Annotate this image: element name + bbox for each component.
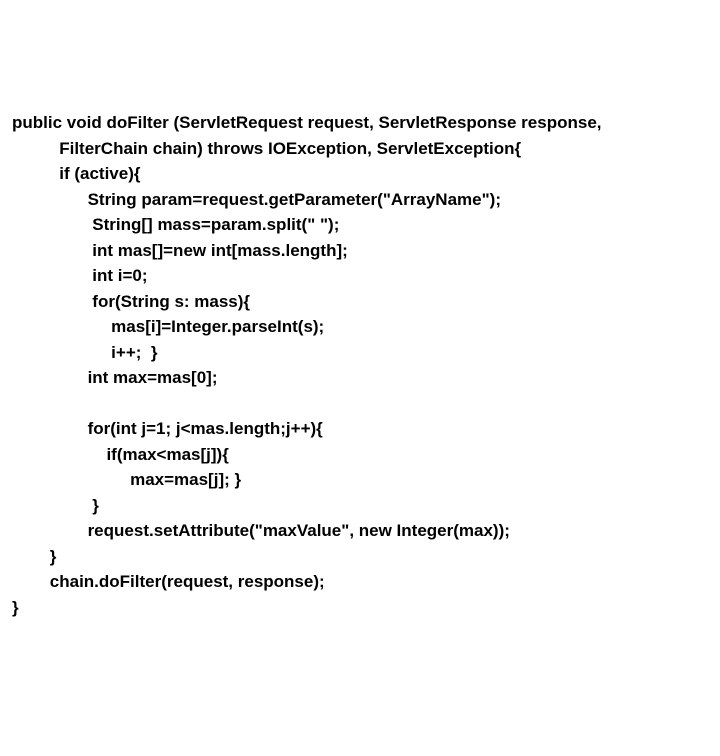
- code-line: String param=request.getParameter("Array…: [12, 190, 501, 209]
- code-line: if(max<mas[j]){: [12, 445, 229, 464]
- code-line: String[] mass=param.split(" ");: [12, 215, 339, 234]
- code-line: for(int j=1; j<mas.length;j++){: [12, 419, 323, 438]
- code-line: int max=mas[0];: [12, 368, 217, 387]
- code-line: FilterChain chain) throws IOException, S…: [12, 139, 521, 158]
- code-line: i++; }: [12, 343, 158, 362]
- code-line: int mas[]=new int[mass.length];: [12, 241, 348, 260]
- code-line: request.setAttribute("maxValue", new Int…: [12, 521, 510, 540]
- code-line: for(String s: mass){: [12, 292, 250, 311]
- code-block: public void doFilter (ServletRequest req…: [12, 110, 708, 620]
- code-line: }: [12, 598, 19, 617]
- code-line: }: [12, 496, 99, 515]
- code-line: }: [12, 547, 56, 566]
- code-line: mas[i]=Integer.parseInt(s);: [12, 317, 324, 336]
- code-line: max=mas[j]; }: [12, 470, 241, 489]
- code-line: int i=0;: [12, 266, 148, 285]
- code-line: chain.doFilter(request, response);: [12, 572, 325, 591]
- code-line: public void doFilter (ServletRequest req…: [12, 113, 602, 132]
- code-line: if (active){: [12, 164, 140, 183]
